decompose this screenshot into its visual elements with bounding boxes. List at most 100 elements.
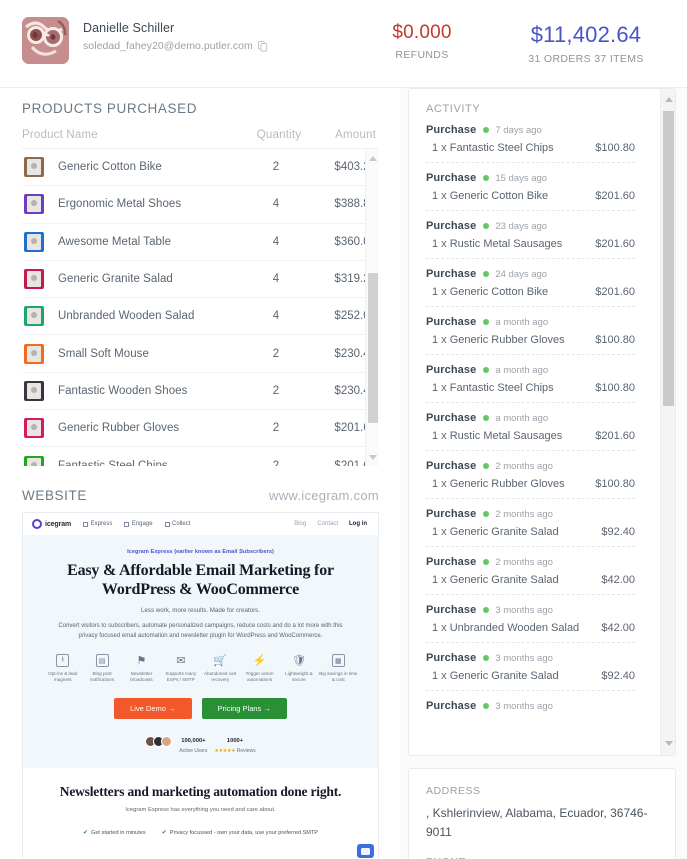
- list-item[interactable]: Purchase 2 months ago 1 x Generic Granite…: [426, 508, 635, 547]
- activity-product: 1 x Unbranded Wooden Salad: [432, 622, 580, 634]
- status-dot-icon: [483, 415, 490, 421]
- download-icon: ⭳: [56, 654, 70, 667]
- status-dot-icon: [483, 607, 490, 613]
- preview-hero-title: Easy & Affordable Email Marketing for Wo…: [67, 562, 334, 598]
- icegram-logo-icon: [32, 519, 42, 529]
- website-section: WEBSITE www.icegram.com icegram Express …: [0, 466, 400, 859]
- list-item[interactable]: Purchase 3 months ago: [426, 700, 635, 720]
- preview-nav-express[interactable]: Express: [83, 521, 112, 527]
- activity-product: 1 x Generic Rubber Gloves: [432, 478, 565, 490]
- product-thumbnail: [24, 306, 44, 327]
- activity-amount: $92.40: [601, 526, 635, 538]
- table-row[interactable]: Unbranded Wooden Salad 4 $252.00: [22, 298, 379, 336]
- col-product-name: Product Name: [22, 129, 98, 141]
- feature-label: Newsletter broadcasts: [130, 671, 153, 682]
- customer-identity: Danielle Schiller soledad_fahey20@demo.p…: [83, 17, 268, 52]
- check-icon: ✔: [82, 830, 88, 836]
- pricing-plans-button[interactable]: Pricing Plans →: [201, 698, 287, 719]
- feature-label: Opt-ins & lead magnets: [48, 671, 78, 682]
- products-header-table: Product Name Quantity Amount: [22, 116, 379, 148]
- preview-check-row: ✔ Get started in minutes ✔ Privacy focusse…: [37, 829, 364, 837]
- status-dot-icon: [483, 319, 490, 325]
- right-column: ACTIVITY Purchase 7 days ago 1 x Fantasti…: [408, 88, 676, 859]
- activity-time: a month ago: [495, 412, 549, 424]
- table-row[interactable]: Fantastic Wooden Shoes 2 $230.40: [22, 373, 379, 411]
- products-scrollbar-thumb[interactable]: [368, 273, 378, 423]
- activity-time: 3 months ago: [495, 604, 553, 616]
- preview-hero-kicker: Icegram Express (earlier known as Email …: [127, 549, 274, 555]
- product-quantity: 4: [272, 235, 280, 248]
- left-column: PRODUCTS PURCHASED Product Name Quantity…: [0, 88, 400, 859]
- customer-email: soledad_fahey20@demo.putler.com: [83, 40, 253, 52]
- list-item[interactable]: Purchase 23 days ago 1 x Rustic Metal Sau…: [426, 220, 635, 259]
- avatar: [161, 736, 173, 747]
- list-item[interactable]: Purchase 2 months ago 1 x Generic Granite…: [426, 556, 635, 595]
- scroll-up-arrow-icon[interactable]: [661, 92, 675, 107]
- product-name: Unbranded Wooden Salad: [58, 310, 195, 323]
- activity-kind: Purchase: [426, 508, 477, 520]
- preview-login-link[interactable]: Log in: [349, 521, 367, 527]
- activity-time: a month ago: [495, 364, 549, 376]
- col-amount: Amount: [335, 129, 376, 141]
- preview-nav-engage[interactable]: Engage: [124, 521, 153, 527]
- list-item[interactable]: Purchase 24 days ago 1 x Generic Cotton B…: [426, 268, 635, 307]
- table-row[interactable]: Small Soft Mouse 2 $230.40: [22, 335, 379, 373]
- check-label: Privacy focussed - own your data, use yo…: [169, 829, 319, 836]
- table-row[interactable]: Fantastic Steel Chips 2 $201.60: [22, 447, 379, 466]
- website-preview[interactable]: icegram Express Engage Collect Blog Cont…: [22, 512, 379, 859]
- list-item[interactable]: Purchase 15 days ago 1 x Generic Cotton B…: [426, 172, 635, 211]
- table-row[interactable]: Generic Granite Salad 4 $319.20: [22, 261, 379, 299]
- avatar: [22, 17, 69, 64]
- list-item[interactable]: Purchase 7 days ago 1 x Fantastic Steel C…: [426, 124, 635, 163]
- list-item[interactable]: Purchase 2 months ago 1 x Generic Rubber …: [426, 460, 635, 499]
- check-item: ✔ Privacy focussed - own your data, use y…: [162, 829, 319, 837]
- products-scroll-area[interactable]: Generic Cotton Bike 2 $403.20 Ergonomic …: [22, 148, 379, 466]
- products-scrollbar[interactable]: [365, 149, 379, 466]
- list-item[interactable]: Purchase a month ago 1 x Fantastic Steel …: [426, 364, 635, 403]
- feature-item: ▤ Blog post notifications: [82, 654, 121, 683]
- activity-time: a month ago: [495, 316, 549, 328]
- activity-time: 3 months ago: [495, 652, 553, 664]
- preview-nav-collect[interactable]: Collect: [164, 521, 190, 527]
- copy-icon[interactable]: [257, 40, 268, 52]
- chat-widget-icon[interactable]: [357, 844, 374, 858]
- activity-product: 1 x Rustic Metal Sausages: [432, 430, 563, 442]
- activity-kind: Purchase: [426, 364, 477, 376]
- preview-nav-contact[interactable]: Contact: [317, 521, 338, 527]
- reviews-count: 1000+: [226, 738, 244, 744]
- product-thumbnail: [24, 418, 44, 439]
- activity-product: 1 x Generic Granite Salad: [432, 526, 559, 538]
- website-url[interactable]: www.icegram.com: [269, 488, 379, 503]
- activity-amount: $100.80: [595, 142, 635, 154]
- activity-amount: $42.00: [601, 622, 635, 634]
- refunds-label: REFUNDS: [395, 49, 449, 61]
- table-row[interactable]: Generic Cotton Bike 2 $403.20: [22, 149, 379, 187]
- product-thumbnail: [24, 380, 44, 401]
- activity-time: 3 months ago: [495, 700, 553, 712]
- list-item[interactable]: Purchase a month ago 1 x Generic Rubber G…: [426, 316, 635, 355]
- product-name: Fantastic Wooden Shoes: [58, 384, 188, 397]
- avatar-group: [145, 736, 173, 747]
- preview-nav-blog[interactable]: Blog: [294, 521, 306, 527]
- activity-amount: $201.60: [595, 430, 635, 442]
- status-dot-icon: [483, 175, 490, 181]
- list-item[interactable]: Purchase a month ago 1 x Rustic Metal Sau…: [426, 412, 635, 451]
- preview-hero-description: Convert visitors to subscribers, automat…: [58, 623, 343, 639]
- live-demo-button[interactable]: Live Demo →: [114, 698, 192, 719]
- check-label: Get started in minutes: [90, 829, 146, 836]
- table-row[interactable]: Ergonomic Metal Shoes 4 $388.80: [22, 186, 379, 224]
- preview-nav-label: Blog: [294, 521, 307, 527]
- scroll-up-arrow-icon[interactable]: [366, 151, 379, 165]
- table-row[interactable]: Generic Rubber Gloves 2 $201.60: [22, 410, 379, 448]
- table-row[interactable]: Awesome Metal Table 4 $360.00: [22, 224, 379, 261]
- list-item[interactable]: Purchase 3 months ago 1 x Unbranded Woode…: [426, 604, 635, 643]
- scroll-down-arrow-icon[interactable]: [661, 736, 675, 751]
- list-item[interactable]: Purchase 3 months ago 1 x Generic Granite…: [426, 652, 635, 691]
- scroll-down-arrow-icon[interactable]: [366, 450, 379, 464]
- product-name: Ergonomic Metal Shoes: [58, 198, 182, 211]
- activity-scrollbar[interactable]: [660, 89, 675, 755]
- activity-kind: Purchase: [426, 220, 477, 232]
- activity-kind: Purchase: [426, 172, 477, 184]
- activity-scrollbar-thumb[interactable]: [663, 111, 674, 406]
- activity-amount: $100.80: [595, 382, 635, 394]
